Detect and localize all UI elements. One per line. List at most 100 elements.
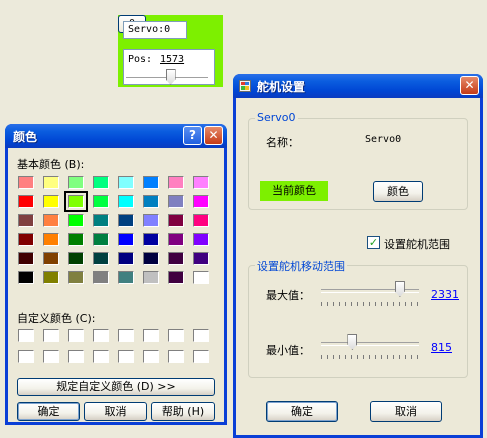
- color-swatch[interactable]: [168, 252, 184, 265]
- window-app-icon: [239, 80, 251, 92]
- color-swatch[interactable]: [93, 195, 109, 208]
- color-swatch[interactable]: [43, 195, 59, 208]
- max-label: 最大值：: [266, 289, 310, 302]
- help-icon[interactable]: ?: [183, 126, 202, 145]
- color-swatch[interactable]: [143, 214, 159, 227]
- color-swatch[interactable]: [93, 214, 109, 227]
- color-swatch[interactable]: [18, 271, 34, 284]
- basic-colors-label: 基本颜色 (B):: [17, 158, 85, 171]
- color-cancel-button[interactable]: 取消: [84, 402, 147, 421]
- min-slider-ticks: [321, 355, 419, 359]
- custom-color-swatch[interactable]: [118, 350, 134, 363]
- color-swatch[interactable]: [43, 176, 59, 189]
- max-value: 2331: [431, 288, 459, 301]
- max-slider-thumb[interactable]: [394, 281, 405, 297]
- color-swatch[interactable]: [118, 176, 134, 189]
- color-swatch[interactable]: [193, 233, 209, 246]
- color-swatch[interactable]: [68, 214, 84, 227]
- current-color-label: 当前颜色: [272, 184, 316, 197]
- set-range-checkbox[interactable]: ✓: [367, 236, 380, 249]
- custom-color-swatch[interactable]: [18, 350, 34, 363]
- color-ok-button[interactable]: 确定: [17, 402, 80, 421]
- servo-info-group: Servo0 名称： Servo0 当前颜色 颜色: [248, 111, 468, 210]
- custom-color-swatch[interactable]: [18, 329, 34, 342]
- color-swatch[interactable]: [193, 176, 209, 189]
- color-swatch[interactable]: [68, 252, 84, 265]
- color-swatch[interactable]: [64, 191, 88, 212]
- color-swatch[interactable]: [193, 271, 209, 284]
- settings-ok-button[interactable]: 确定: [266, 401, 338, 422]
- min-slider-thumb[interactable]: [347, 334, 358, 350]
- color-swatch[interactable]: [118, 214, 134, 227]
- color-swatch[interactable]: [143, 252, 159, 265]
- color-swatch[interactable]: [193, 252, 209, 265]
- color-swatch[interactable]: [143, 271, 159, 284]
- custom-color-swatch[interactable]: [68, 350, 84, 363]
- set-range-checkbox-label[interactable]: 设置舵机范围: [384, 236, 450, 252]
- choose-color-button[interactable]: 颜色: [373, 181, 423, 202]
- servo-info-group-title: Servo0: [255, 111, 298, 124]
- close-icon[interactable]: ✕: [460, 76, 479, 95]
- current-color-swatch: 当前颜色: [260, 181, 328, 201]
- color-swatch[interactable]: [118, 233, 134, 246]
- custom-color-swatch[interactable]: [143, 350, 159, 363]
- custom-color-swatch[interactable]: [93, 350, 109, 363]
- color-swatch[interactable]: [143, 195, 159, 208]
- min-value: 815: [431, 341, 452, 354]
- custom-color-swatch[interactable]: [143, 329, 159, 342]
- color-swatch[interactable]: [118, 195, 134, 208]
- color-swatch[interactable]: [168, 233, 184, 246]
- servo-name-text: Servo:0: [128, 24, 171, 35]
- move-range-group: 设置舵机移动范围 最大值： 2331 最小值： 815: [248, 258, 468, 378]
- define-custom-colors-button[interactable]: 规定自定义颜色 (D) >>: [17, 378, 215, 396]
- color-swatch[interactable]: [68, 233, 84, 246]
- custom-color-swatch[interactable]: [168, 350, 184, 363]
- color-swatch[interactable]: [43, 214, 59, 227]
- min-label: 最小值：: [266, 344, 310, 357]
- settings-dialog-titlebar[interactable]: 舵机设置 ✕: [233, 74, 483, 98]
- color-swatch[interactable]: [143, 176, 159, 189]
- color-dialog-body: 基本颜色 (B): 自定义颜色 (C): 规定自定义颜色 (D) >> 确定 取…: [8, 148, 224, 422]
- color-swatch[interactable]: [68, 271, 84, 284]
- color-swatch[interactable]: [93, 252, 109, 265]
- color-swatch[interactable]: [18, 214, 34, 227]
- color-swatch[interactable]: [93, 233, 109, 246]
- color-swatch[interactable]: [168, 176, 184, 189]
- color-swatch[interactable]: [118, 252, 134, 265]
- custom-color-swatch[interactable]: [93, 329, 109, 342]
- color-swatch[interactable]: [18, 176, 34, 189]
- color-swatch[interactable]: [118, 271, 134, 284]
- color-swatch[interactable]: [168, 195, 184, 208]
- custom-color-swatch[interactable]: [193, 329, 209, 342]
- settings-dialog-title: 舵机设置: [257, 80, 306, 94]
- color-swatch[interactable]: [143, 233, 159, 246]
- color-swatch[interactable]: [93, 271, 109, 284]
- color-swatch[interactable]: [168, 214, 184, 227]
- color-dialog-title: 颜色: [13, 130, 38, 144]
- color-swatch[interactable]: [68, 176, 84, 189]
- min-slider-track[interactable]: [321, 342, 419, 346]
- color-dialog-titlebar[interactable]: 颜色 ? ✕: [5, 124, 227, 148]
- color-help-button[interactable]: 帮助 (H): [151, 402, 215, 421]
- servo-name-box: Servo:0: [123, 21, 187, 39]
- color-swatch[interactable]: [18, 195, 34, 208]
- color-swatch[interactable]: [43, 252, 59, 265]
- close-icon[interactable]: ✕: [204, 126, 223, 145]
- servo-pos-slider-thumb[interactable]: [165, 69, 176, 85]
- color-swatch[interactable]: [93, 176, 109, 189]
- color-swatch[interactable]: [18, 233, 34, 246]
- color-swatch[interactable]: [43, 271, 59, 284]
- custom-color-swatch[interactable]: [43, 329, 59, 342]
- color-swatch[interactable]: [193, 214, 209, 227]
- color-swatch[interactable]: [18, 252, 34, 265]
- custom-color-swatch[interactable]: [168, 329, 184, 342]
- color-swatch[interactable]: [43, 233, 59, 246]
- custom-color-swatch[interactable]: [118, 329, 134, 342]
- color-swatch[interactable]: [168, 271, 184, 284]
- custom-color-swatch[interactable]: [43, 350, 59, 363]
- custom-colors-label: 自定义颜色 (C):: [17, 312, 96, 325]
- color-swatch[interactable]: [193, 195, 209, 208]
- custom-color-swatch[interactable]: [68, 329, 84, 342]
- settings-cancel-button[interactable]: 取消: [370, 401, 442, 422]
- custom-color-swatch[interactable]: [193, 350, 209, 363]
